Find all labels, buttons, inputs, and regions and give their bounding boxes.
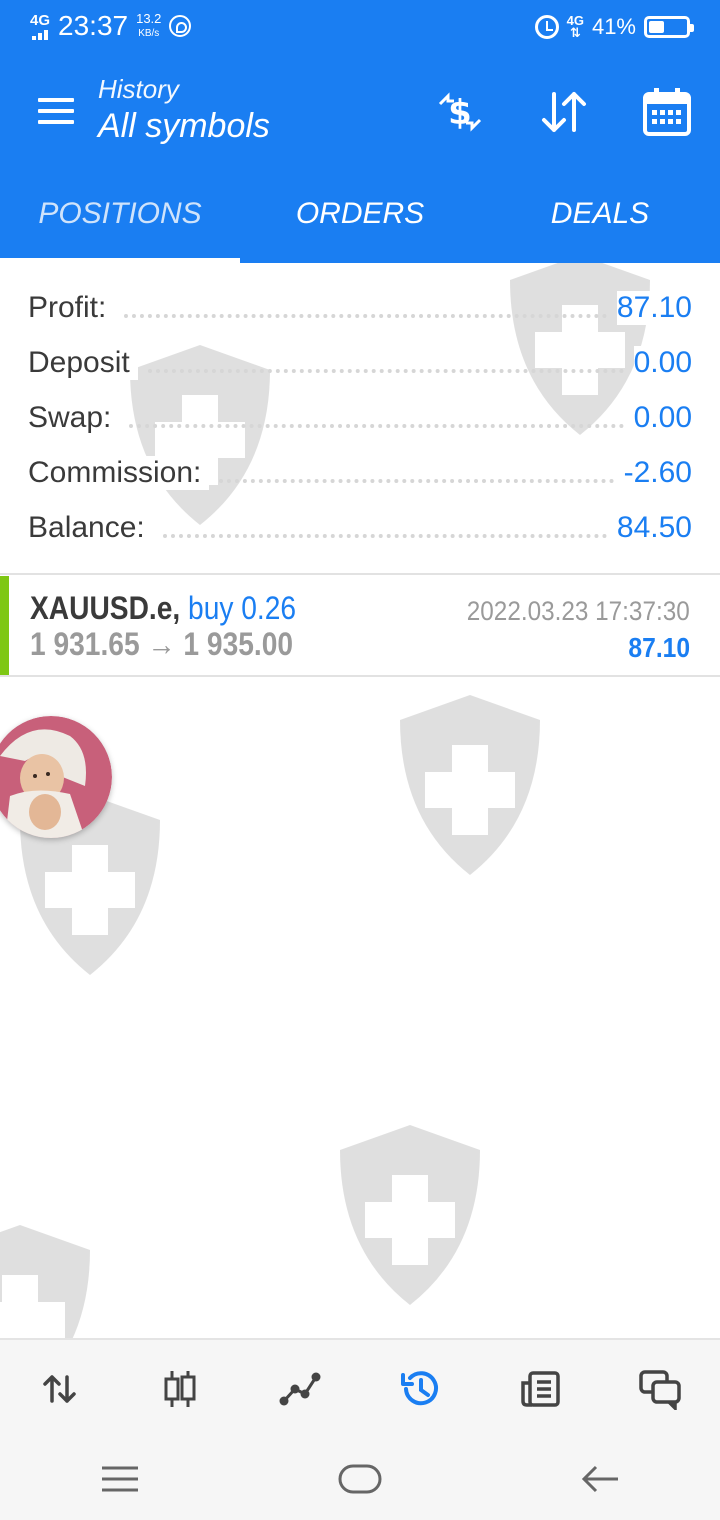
- summary-value: -2.60: [623, 455, 692, 490]
- position-prices: 1 931.65 → 1 935.00: [30, 626, 293, 663]
- signal-4g-icon: 4G ⇅: [566, 13, 584, 40]
- dotted-leader: [147, 368, 624, 373]
- page-title[interactable]: All symbols: [98, 104, 270, 148]
- close-price: 1 935.00: [183, 626, 294, 662]
- trade-icon: [279, 1372, 321, 1406]
- nav-quotes[interactable]: [0, 1340, 120, 1438]
- nav-trade[interactable]: [240, 1340, 360, 1438]
- summary-label: Balance:: [28, 510, 153, 545]
- position-datetime: 2022.03.23 17:37:30: [467, 596, 690, 626]
- dotted-leader: [162, 533, 607, 538]
- arrow-right-icon: →: [147, 626, 176, 662]
- system-navigation: [0, 1438, 720, 1520]
- network-type: 4G: [30, 11, 51, 29]
- position-side: buy 0.26: [188, 590, 297, 626]
- summary-row-profit: Profit: 87.10: [0, 280, 720, 335]
- summary-value: 87.10: [616, 290, 692, 325]
- alarm-icon: [534, 15, 559, 39]
- watermark-shield: [340, 1125, 480, 1305]
- battery-percent: 41%: [591, 14, 636, 39]
- menu-icon[interactable]: [38, 98, 74, 126]
- home-icon: [338, 1464, 382, 1494]
- news-icon: [521, 1371, 560, 1407]
- nav-history[interactable]: [360, 1340, 480, 1438]
- svg-text:$: $: [448, 93, 472, 133]
- divider: [0, 573, 720, 575]
- summary-row-deposit: Deposit 0.00: [0, 335, 720, 390]
- dotted-leader: [124, 313, 607, 318]
- tab-orders[interactable]: ORDERS: [240, 165, 480, 263]
- home-button[interactable]: [240, 1438, 480, 1520]
- calendar-icon[interactable]: [641, 86, 693, 138]
- summary-label: Profit:: [28, 290, 115, 325]
- recent-apps-button[interactable]: [0, 1438, 240, 1520]
- position-symbol: XAUUSD.e,: [30, 590, 181, 626]
- recent-apps-icon: [102, 1466, 138, 1492]
- clock: 23:37: [58, 10, 129, 41]
- summary-table: Profit: 87.10 Deposit 0.00 Swap: 0.00 Co…: [0, 280, 720, 555]
- summary-label: Swap:: [28, 400, 120, 435]
- quotes-icon: [43, 1375, 76, 1403]
- currency-exchange-icon[interactable]: $: [434, 86, 486, 138]
- cellular-signal-icon: 4G: [30, 13, 50, 40]
- whatsapp-icon: [169, 15, 192, 37]
- nav-news[interactable]: [480, 1340, 600, 1438]
- dotted-leader: [219, 478, 614, 483]
- position-row[interactable]: XAUUSD.e, buy 0.26 1 931.65 → 1 935.00 2…: [0, 576, 720, 676]
- nav-messages[interactable]: [600, 1340, 720, 1438]
- dotted-leader: [129, 423, 624, 428]
- chart-icon: [164, 1371, 196, 1407]
- summary-row-swap: Swap: 0.00: [0, 390, 720, 445]
- buy-indicator-bar: [0, 576, 9, 676]
- back-button[interactable]: [480, 1438, 720, 1520]
- watermark-shield: [400, 695, 540, 875]
- summary-value: 0.00: [633, 400, 692, 435]
- divider: [0, 675, 720, 677]
- summary-row-commission: Commission: -2.60: [0, 445, 720, 500]
- tab-positions[interactable]: POSITIONS: [0, 165, 240, 263]
- network-speed: 13.2 KB/s: [136, 11, 162, 39]
- battery-icon: [644, 16, 694, 38]
- page-title-block: History All symbols: [98, 74, 270, 148]
- bottom-navigation: [0, 1338, 720, 1438]
- nav-chart[interactable]: [120, 1340, 240, 1438]
- tab-bar: POSITIONS ORDERS DEALS: [0, 165, 720, 263]
- history-icon: [401, 1371, 438, 1406]
- tab-deals[interactable]: DEALS: [480, 165, 720, 263]
- summary-row-balance: Balance: 84.50: [0, 500, 720, 555]
- summary-label: Deposit: [28, 345, 138, 380]
- messages-icon: [639, 1370, 681, 1410]
- sort-icon[interactable]: [538, 86, 590, 138]
- page-subtitle: History: [98, 74, 179, 104]
- open-price: 1 931.65: [30, 626, 140, 662]
- position-profit: 87.10: [628, 632, 690, 663]
- app-bar: 4G 23:37 13.2 KB/s 4G ⇅ 41% History All s…: [0, 0, 720, 165]
- back-icon: [581, 1465, 618, 1493]
- summary-value: 84.50: [616, 510, 692, 545]
- status-bar: 4G 23:37 13.2 KB/s 4G ⇅ 41%: [0, 0, 720, 56]
- summary-value: 0.00: [633, 345, 692, 380]
- summary-label: Commission:: [28, 455, 210, 490]
- position-symbol-line: XAUUSD.e, buy 0.26: [30, 590, 296, 627]
